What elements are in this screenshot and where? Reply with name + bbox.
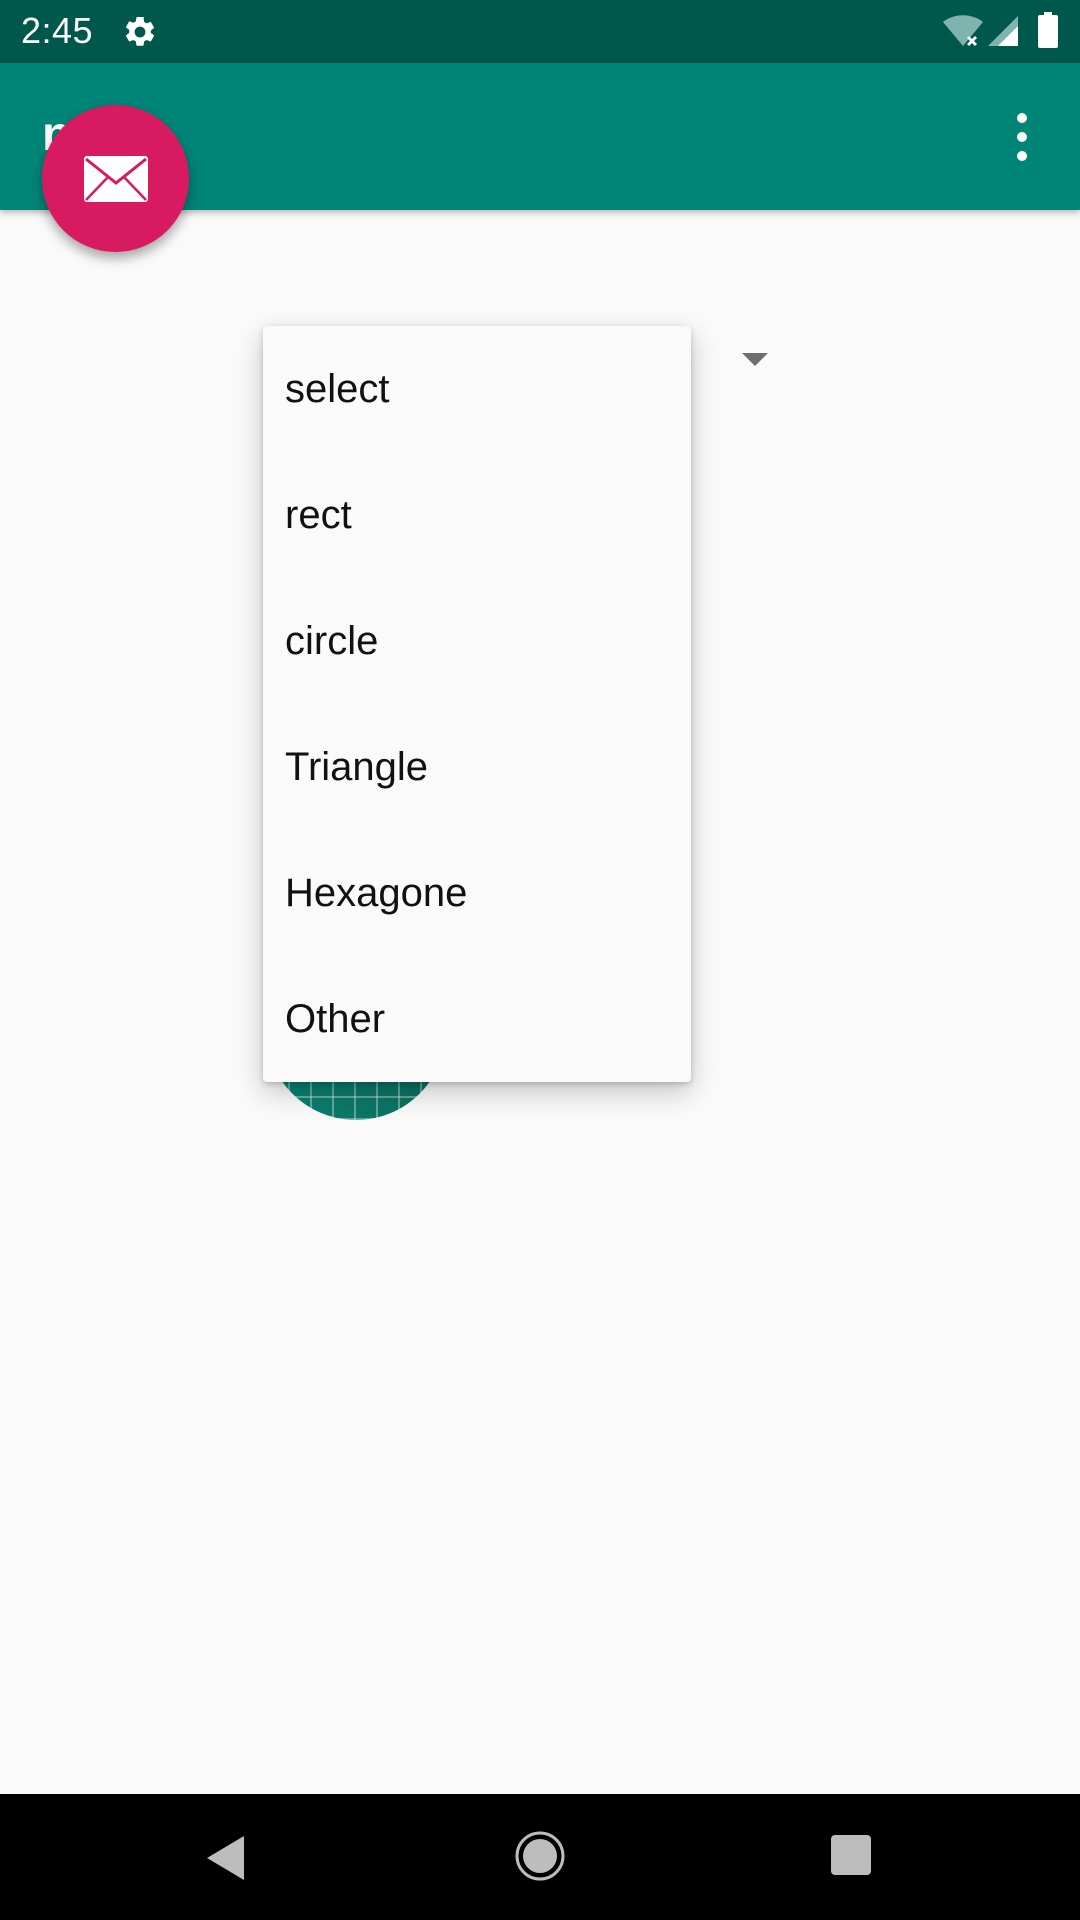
shape-dropdown-list: select rect circle Triangle Hexagone Oth… [263,326,691,1082]
dropdown-option-hexagone[interactable]: Hexagone [263,830,691,956]
dropdown-option-select[interactable]: select [263,326,691,452]
spinner-dropdown-arrow-icon[interactable] [740,351,770,367]
navigation-bar [0,1794,1080,1920]
dropdown-option-circle[interactable]: circle [263,578,691,704]
more-vert-icon[interactable] [1006,107,1038,167]
recents-icon[interactable] [830,1834,872,1876]
cell-signal-icon [988,16,1018,46]
status-bar: 2:45 [0,0,1080,63]
wifi-off-icon [943,15,983,46]
gear-icon [125,16,155,46]
mail-fab-button[interactable] [42,105,189,252]
status-time: 2:45 [21,10,94,51]
dropdown-option-triangle[interactable]: Triangle [263,704,691,830]
home-icon[interactable] [514,1830,566,1882]
dropdown-option-rect[interactable]: rect [263,452,691,578]
battery-icon [1038,12,1058,48]
mail-icon [83,155,148,202]
dropdown-option-other[interactable]: Other [263,956,691,1082]
screen: 2:45 n ? [0,0,1080,1920]
back-icon[interactable] [204,1834,248,1882]
